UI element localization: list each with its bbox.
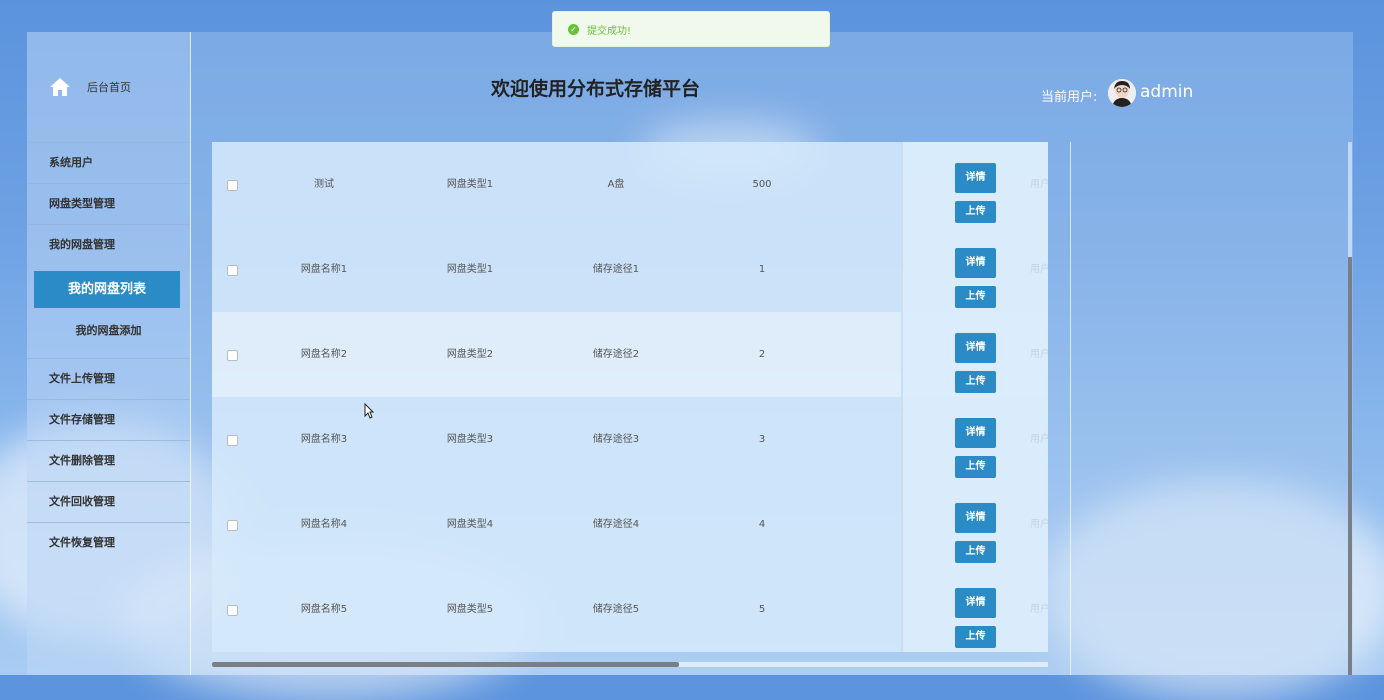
cell-disk-name: 网盘名称2 [300, 349, 348, 360]
cell-disk-name: 网盘名称4 [300, 519, 348, 530]
row-checkbox[interactable] [227, 180, 238, 191]
row-actions: 详情上传 用户 [901, 567, 1048, 652]
cell-storage-path: 储存途径1 [592, 264, 640, 275]
table-row: 测试 网盘类型1 A盘 500 详情上传 用户 [212, 142, 1048, 227]
detail-button[interactable]: 详情 [955, 418, 996, 448]
sidebar-item-file-upload-management[interactable]: 文件上传管理 [27, 359, 190, 400]
row-action-truncated[interactable]: 用户 [1030, 227, 1048, 312]
cell-capacity: 4 [758, 519, 766, 530]
username[interactable]: admin [1140, 82, 1193, 102]
cell-disk-type: 网盘类型5 [446, 604, 494, 615]
row-checkbox[interactable] [227, 520, 238, 531]
row-checkbox[interactable] [227, 350, 238, 361]
table-row: 网盘名称2 网盘类型2 储存途径2 2 详情上传 用户 [212, 312, 1048, 397]
row-actions: 详情上传 用户 [901, 312, 1048, 397]
cell-disk-name: 网盘名称5 [300, 604, 348, 615]
row-action-truncated[interactable]: 用户 [1030, 312, 1048, 397]
cell-disk-type: 网盘类型1 [446, 179, 494, 190]
avatar[interactable] [1108, 79, 1136, 107]
success-check-icon: ✓ [568, 23, 579, 35]
row-actions: 详情上传 用户 [901, 397, 1048, 482]
sidebar-subitem-my-disk-list[interactable]: 我的网盘列表 [34, 271, 180, 308]
cell-storage-path: 储存途径4 [592, 519, 640, 530]
row-checkbox[interactable] [227, 435, 238, 446]
sidebar: 后台首页 系统用户 网盘类型管理 我的网盘管理 我的网盘列表 我的网盘添加 文件… [27, 32, 191, 675]
home-label: 后台首页 [87, 81, 131, 94]
home-link[interactable]: 后台首页 [27, 32, 190, 142]
sidebar-item-file-recycle-management[interactable]: 文件回收管理 [27, 482, 190, 523]
sidebar-item-disk-type-management[interactable]: 网盘类型管理 [27, 184, 190, 225]
sidebar-item-file-storage-management[interactable]: 文件存储管理 [27, 400, 190, 441]
sidebar-menu: 系统用户 网盘类型管理 我的网盘管理 我的网盘列表 我的网盘添加 文件上传管理 … [27, 142, 190, 563]
main-panel: 欢迎使用分布式存储平台 当前用户: admin 测试 网盘类型1 A盘 500 详情 上传… [191, 32, 1353, 675]
cell-disk-type: 网盘类型3 [446, 434, 494, 445]
current-user-label: 当前用户: [1041, 90, 1098, 105]
table-row: 网盘名称1 网盘类型1 储存途径1 1 详情上传 用户 [212, 227, 1048, 312]
row-actions: 详情上传 用户 [901, 227, 1048, 312]
upload-button[interactable]: 上传 [955, 456, 996, 478]
cell-capacity: 500 [752, 179, 772, 190]
vertical-divider [1070, 142, 1071, 675]
upload-button[interactable]: 上传 [955, 286, 996, 308]
upload-button[interactable]: 上传 [955, 371, 996, 393]
horizontal-scrollbar-thumb[interactable] [212, 662, 679, 667]
table-row: 网盘名称3 网盘类型3 储存途径3 3 详情 上传 用户 [212, 397, 1048, 482]
page-title: 欢迎使用分布式存储平台 [491, 78, 701, 100]
cell-disk-name: 网盘名称1 [300, 264, 348, 275]
detail-button[interactable]: 详情 [955, 588, 996, 618]
toast-message: 提交成功! [587, 25, 632, 37]
cell-capacity: 3 [758, 434, 766, 445]
upload-button[interactable]: 上传 [955, 541, 996, 563]
sidebar-submenu-my-disk: 我的网盘列表 我的网盘添加 [27, 271, 190, 359]
row-action-truncated[interactable]: 用户 [1030, 142, 1048, 227]
cell-storage-path: 储存途径2 [592, 349, 640, 360]
detail-button[interactable]: 详情 [955, 248, 996, 278]
cell-storage-path: 储存途径3 [592, 434, 640, 445]
cell-disk-type: 网盘类型4 [446, 519, 494, 530]
cell-storage-path: 储存途径5 [592, 604, 640, 615]
upload-button[interactable]: 上传 [955, 626, 996, 648]
row-checkbox[interactable] [227, 265, 238, 276]
table-row: 网盘名称4 网盘类型4 储存途径4 4 详情上传 用户 [212, 482, 1048, 567]
cell-capacity: 5 [758, 604, 766, 615]
row-action-truncated[interactable]: 用户 [1030, 567, 1048, 652]
row-actions: 详情上传 用户 [901, 142, 1048, 227]
cell-disk-name: 测试 [314, 179, 334, 190]
home-icon [49, 77, 71, 97]
disk-table: 测试 网盘类型1 A盘 500 详情 上传 用户 网盘名称1 网盘类型1 储存途径1 1 详情 上传 用户… [212, 142, 1048, 662]
row-action-truncated[interactable]: 用户 [1030, 397, 1048, 482]
sidebar-item-file-restore-management[interactable]: 文件恢复管理 [27, 523, 190, 563]
table-row: 网盘名称5 网盘类型5 储存途径5 5 详情上传 用户 [212, 567, 1048, 652]
horizontal-scrollbar[interactable] [212, 662, 1048, 667]
vertical-scrollbar[interactable] [1348, 142, 1352, 675]
sidebar-item-my-disk-management[interactable]: 我的网盘管理 [27, 225, 190, 265]
detail-button[interactable]: 详情 [955, 503, 996, 533]
sidebar-item-file-delete-management[interactable]: 文件删除管理 [27, 441, 190, 482]
cell-storage-path: A盘 [607, 179, 625, 190]
row-actions: 详情上传 用户 [901, 482, 1048, 567]
cell-capacity: 2 [758, 349, 766, 360]
upload-button[interactable]: 上传 [955, 201, 996, 223]
detail-button[interactable]: 详情 [955, 163, 996, 193]
success-toast: ✓ 提交成功! [552, 11, 830, 47]
detail-button[interactable]: 详情 [955, 333, 996, 363]
row-action-truncated[interactable]: 用户 [1030, 482, 1048, 567]
cell-capacity: 1 [758, 264, 766, 275]
sidebar-subitem-my-disk-add[interactable]: 我的网盘添加 [27, 308, 190, 354]
vertical-scrollbar-thumb[interactable] [1348, 257, 1352, 675]
cell-disk-type: 网盘类型1 [446, 264, 494, 275]
row-checkbox[interactable] [227, 605, 238, 616]
sidebar-item-system-users[interactable]: 系统用户 [27, 143, 190, 184]
cell-disk-type: 网盘类型2 [446, 349, 494, 360]
